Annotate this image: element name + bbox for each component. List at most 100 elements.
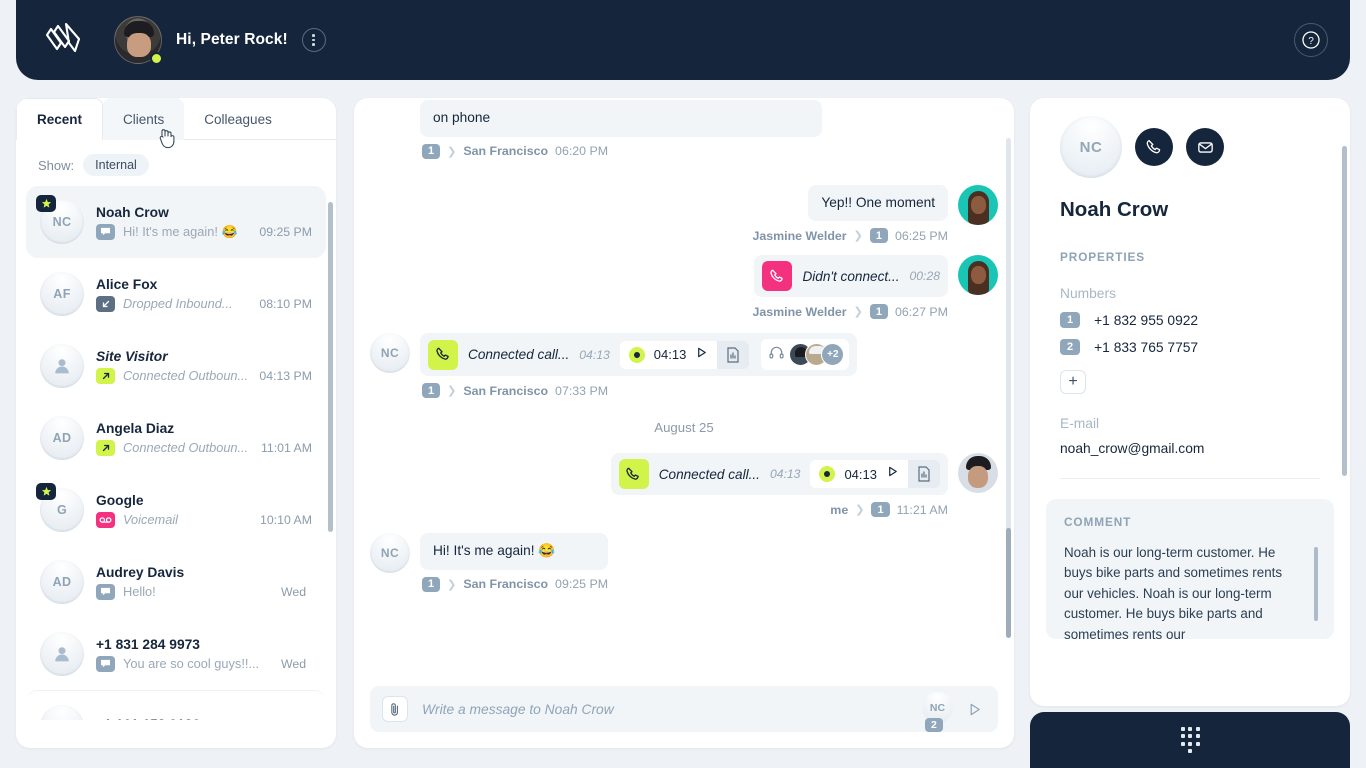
recording-player[interactable]: 04:13 (810, 460, 908, 489)
list-item-main: Alice Fox Dropped Inbound... 08:10 PM (96, 277, 312, 312)
list-item-subrow: Hi! It's me again! 😂 09:25 PM (96, 223, 312, 240)
contact-header: NC (1030, 98, 1350, 178)
conversation-list-scrollbar[interactable] (328, 202, 333, 532)
user-avatar[interactable] (114, 16, 163, 65)
timestamp: 10:10 AM (260, 512, 312, 527)
conversation-list[interactable]: NC Noah Crow Hi! It's me again! 😂 09:25 … (16, 186, 336, 720)
chat-scroll-area[interactable]: NC Hi! It's me! I need to talk with your… (354, 98, 1014, 670)
phone-number-row[interactable]: 1 +1 832 955 0922 (1030, 301, 1350, 328)
listener-avatars: +2 (789, 343, 845, 367)
call-duration: 00:28 (909, 269, 941, 284)
more-options-icon[interactable] (301, 28, 326, 52)
contact-name: Site Visitor (96, 348, 168, 364)
star-icon (36, 195, 56, 212)
list-item[interactable]: AF Alice Fox Dropped Inbound... 08:10 PM (26, 258, 326, 330)
show-filter-chip[interactable]: Internal (83, 154, 149, 176)
list-item[interactable]: G Google Voicemail 10:10 AM (26, 474, 326, 546)
avatar: NC (370, 533, 410, 574)
divider (1060, 478, 1320, 479)
show-label: Show: (38, 157, 75, 173)
phone-number-value: +1 833 765 7757 (1094, 339, 1199, 355)
transcript-icon[interactable] (717, 340, 750, 369)
paperclip-icon[interactable] (382, 696, 408, 722)
chevron-right-icon: ❯ (853, 230, 863, 243)
phone-icon[interactable] (1135, 128, 1173, 166)
list-item-main: Angela Diaz Connected Outboun... 11:01 A… (96, 421, 312, 456)
outbound-call-icon (96, 367, 115, 384)
phone-number-row[interactable]: 2 +1 833 765 7757 (1030, 328, 1350, 355)
listeners-group[interactable]: +2 (761, 339, 850, 371)
message-row: Connected call... 04:13 04:13 me ❯ 1 11:… (370, 453, 998, 518)
help-question-icon[interactable]: ? (1294, 23, 1328, 57)
sender-line-badge[interactable]: NC 2 (920, 692, 954, 732)
envelope-icon[interactable] (1186, 128, 1224, 166)
tab-clients[interactable]: Clients (103, 98, 185, 140)
avatar: AD (40, 560, 84, 604)
comment-scrollbar[interactable] (1314, 547, 1318, 621)
page-title contact-name: Noah Crow (1060, 198, 1169, 221)
tab-colleagues[interactable]: Colleagues (184, 98, 292, 140)
recording-player[interactable]: 04:13 (619, 340, 718, 369)
message-meta: me ❯ 1 11:21 AM (828, 502, 948, 518)
meta-location: San Francisco (463, 144, 549, 159)
play-icon[interactable] (886, 465, 899, 483)
send-button[interactable] (962, 697, 986, 721)
message-snippet: You are so cool guys!!... (123, 656, 260, 671)
dialpad-button[interactable] (1030, 712, 1350, 768)
person-icon (55, 359, 69, 374)
timestamp: 09:25 PM (555, 577, 609, 592)
chevron-right-icon: ❯ (447, 385, 457, 398)
chat-scrollbar-thumb[interactable] (1006, 528, 1011, 638)
list-item-main: Google Voicemail 10:10 AM (96, 493, 312, 528)
list-item[interactable]: NC Noah Crow Hi! It's me again! 😂 09:25 … (26, 186, 326, 258)
add-number-button[interactable]: + (1060, 370, 1086, 394)
list-item[interactable]: +1 161 653 9186 (26, 690, 326, 720)
call-bubble[interactable]: Didn't connect... 00:28 (754, 255, 948, 298)
email-value: noah_crow@gmail.com (1060, 441, 1205, 456)
recording-duration: 04:13 (653, 347, 687, 363)
list-item[interactable]: AD Audrey Davis Hello! Wed (26, 546, 326, 618)
timestamp: 06:25 PM (894, 228, 948, 243)
avatar (40, 704, 84, 720)
avatar: AD (40, 416, 84, 460)
message-column: Hi! It's me again! 😂 1 ❯ San Francisco 0… (420, 533, 609, 592)
call-bubble[interactable]: Connected call... 04:13 04:13 (610, 453, 948, 496)
phone-icon (428, 339, 458, 370)
message-meta: 1 ❯ San Francisco 09:25 PM (420, 576, 609, 592)
dialpad-icon (1180, 726, 1200, 754)
brand-logo-icon[interactable] (42, 18, 88, 62)
contact-details-panel: NC Noah Crow PROPERTIES Numbers 1 +1 832… (1030, 98, 1350, 706)
list-item[interactable]: AD Angela Diaz Connected Outboun... 11:0… (26, 402, 326, 474)
app-root: Hi, Peter Rock! ? Recent Clients Colleag… (0, 0, 1366, 768)
list-item-main: Site Visitor Connected Outboun... 04:13 … (96, 349, 312, 384)
message-column: Didn't connect... 00:28 Jasmine Welder ❯… (750, 255, 948, 320)
sender-name: me (830, 502, 849, 517)
line-number-badge: 1 (422, 576, 441, 592)
list-item-main: +1 831 284 9973 You are so cool guys!!..… (96, 637, 312, 672)
list-item[interactable]: +1 831 284 9973 You are so cool guys!!..… (26, 618, 326, 690)
dropped-inbound-icon (96, 295, 115, 312)
timestamp: 04:13 PM (259, 368, 312, 383)
online-status-dot (150, 52, 163, 65)
avatar-initials: AD (52, 575, 72, 589)
play-icon[interactable] (695, 346, 708, 364)
tab-recent[interactable]: Recent (16, 98, 104, 140)
chevron-right-icon: ❯ (447, 145, 457, 158)
record-indicator-icon (628, 346, 645, 363)
list-item-main: Audrey Davis Hello! Wed (96, 565, 312, 600)
list-item[interactable]: Site Visitor Connected Outboun... 04:13 … (26, 330, 326, 402)
contact-panel-scrollbar[interactable] (1342, 146, 1347, 476)
transcript-icon[interactable] (908, 460, 940, 489)
recording-controls: 04:13 (619, 340, 750, 369)
chat-messages: NC Hi! It's me! I need to talk with your… (354, 98, 1014, 598)
comment-section: COMMENT Noah is our long-term customer. … (1046, 499, 1334, 639)
comment-text[interactable]: Noah is our long-term customer. He buys … (1064, 543, 1316, 639)
chat-scrollbar-track (1006, 138, 1011, 568)
sms-icon (96, 583, 115, 600)
timestamp: 06:20 PM (555, 144, 609, 159)
properties-heading: PROPERTIES (1060, 250, 1146, 264)
person-icon (60, 719, 64, 720)
call-bubble[interactable]: Connected call... 04:13 04:13 (420, 333, 858, 377)
search-input message-input[interactable] (422, 701, 920, 717)
message-bubble: Hi! It's me again! 😂 (420, 533, 609, 570)
